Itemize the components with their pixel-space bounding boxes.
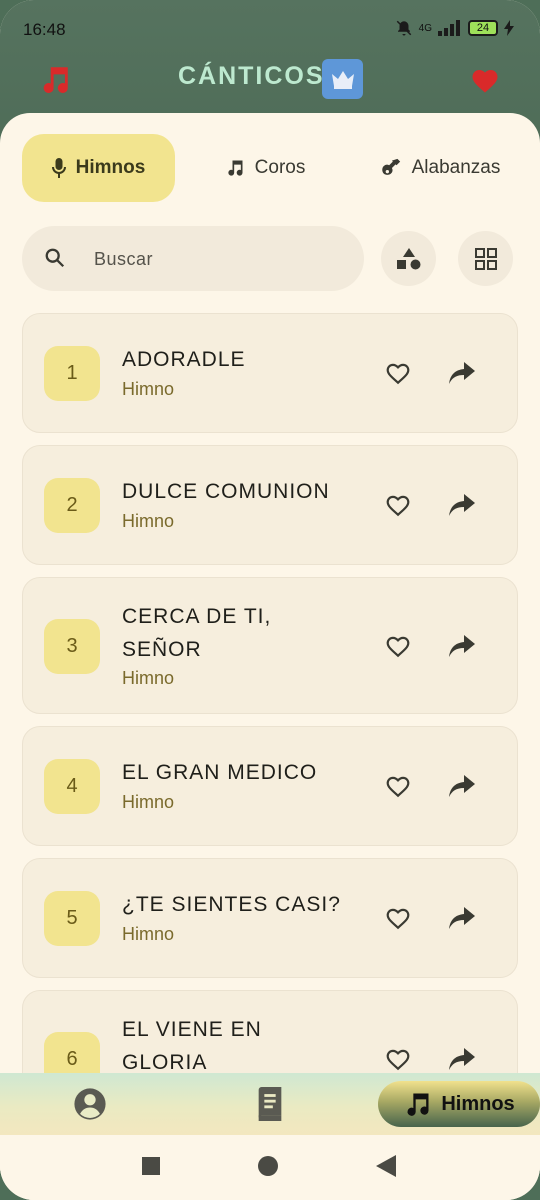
category-tabs: Himnos Coros Alabanzas — [22, 134, 518, 202]
list-item[interactable]: 4 EL GRAN MEDICO Himno — [22, 726, 518, 846]
tab-coros[interactable]: Coros — [200, 134, 330, 202]
song-title: EL VIENE EN GLORIA — [122, 1018, 262, 1074]
nav-library[interactable] — [235, 1073, 305, 1135]
crown-icon[interactable] — [322, 59, 363, 99]
song-type: Himno — [122, 792, 175, 812]
song-title: ¿TE SIENTES CASI? — [122, 893, 341, 916]
song-title: CERCA DE TI, SEÑOR — [122, 605, 272, 661]
song-title: ADORADLE — [122, 348, 246, 371]
list-item[interactable]: 2 DULCE COMUNION Himno — [22, 445, 518, 565]
list-item[interactable]: 1 ADORADLE Himno — [22, 313, 518, 433]
music-note-icon[interactable] — [38, 63, 72, 101]
tab-alabanzas-label: Alabanzas — [411, 157, 501, 178]
song-type: Himno — [122, 668, 175, 688]
shapes-icon — [396, 247, 420, 269]
app-title: CÁNTICOS — [178, 62, 325, 90]
list-item[interactable]: 3 CERCA DE TI, SEÑOR Himno — [22, 577, 518, 714]
share-icon[interactable] — [449, 775, 475, 797]
favorites-heart-icon[interactable] — [470, 66, 500, 98]
network-label: 4G — [418, 22, 432, 34]
song-number: 4 — [44, 759, 100, 814]
song-number: 1 — [44, 346, 100, 401]
search-input[interactable]: Buscar — [22, 226, 364, 291]
song-number: 5 — [44, 891, 100, 946]
search-icon — [45, 248, 65, 268]
tab-himnos[interactable]: Himnos — [22, 134, 175, 202]
tab-himnos-label: Himnos — [75, 157, 146, 178]
heart-outline-icon[interactable] — [385, 1047, 411, 1071]
song-title: EL GRAN MEDICO — [122, 761, 318, 784]
heart-outline-icon[interactable] — [385, 361, 411, 385]
grid-icon — [474, 247, 497, 270]
tab-coros-label: Coros — [254, 157, 306, 178]
heart-outline-icon[interactable] — [385, 774, 411, 798]
song-number: 3 — [44, 619, 100, 674]
microphone-icon — [51, 158, 66, 178]
guitar-icon — [381, 158, 400, 175]
signal-icon — [438, 20, 460, 36]
battery-indicator: 24 — [468, 20, 498, 36]
status-bar: 16:48 4G 24 — [0, 0, 540, 58]
tab-alabanzas[interactable]: Alabanzas — [362, 134, 518, 202]
mute-icon — [396, 20, 411, 36]
recents-square-icon[interactable] — [142, 1157, 160, 1175]
category-filter-button[interactable] — [381, 231, 436, 286]
heart-outline-icon[interactable] — [385, 906, 411, 930]
nav-himnos-label: Himnos — [441, 1092, 515, 1115]
phone-screen: 16:48 4G 24 CÁNTICOS Himnos Coros Alaban… — [0, 0, 540, 1200]
search-placeholder: Buscar — [94, 249, 154, 269]
account-circle-icon — [74, 1088, 106, 1120]
app-bar: CÁNTICOS — [0, 58, 540, 108]
music-notes-icon — [407, 1093, 429, 1116]
song-type: Himno — [122, 379, 175, 399]
home-circle-icon[interactable] — [258, 1156, 278, 1176]
list-item[interactable]: 5 ¿TE SIENTES CASI? Himno — [22, 858, 518, 978]
charging-icon — [504, 20, 514, 36]
share-icon[interactable] — [449, 635, 475, 657]
song-type: Himno — [122, 511, 175, 531]
song-title: DULCE COMUNION — [122, 480, 330, 503]
system-navigation-bar — [0, 1135, 540, 1200]
bottom-navigation: Himnos — [0, 1073, 540, 1135]
share-icon[interactable] — [449, 907, 475, 929]
back-triangle-icon[interactable] — [376, 1155, 396, 1177]
song-type: Himno — [122, 924, 175, 944]
heart-outline-icon[interactable] — [385, 493, 411, 517]
nav-himnos[interactable]: Himnos — [378, 1081, 540, 1127]
share-icon[interactable] — [449, 1048, 475, 1070]
heart-outline-icon[interactable] — [385, 634, 411, 658]
nav-profile[interactable] — [55, 1073, 125, 1135]
status-icons: 4G 24 — [395, 19, 514, 37]
status-time: 16:48 — [23, 20, 66, 39]
content-sheet: Himnos Coros Alabanzas Buscar 1 ADORADLE… — [0, 113, 540, 1200]
share-icon[interactable] — [449, 494, 475, 516]
book-icon — [258, 1087, 282, 1121]
grid-view-button[interactable] — [458, 231, 513, 286]
music-note-icon — [227, 160, 243, 176]
share-icon[interactable] — [449, 362, 475, 384]
song-number: 2 — [44, 478, 100, 533]
